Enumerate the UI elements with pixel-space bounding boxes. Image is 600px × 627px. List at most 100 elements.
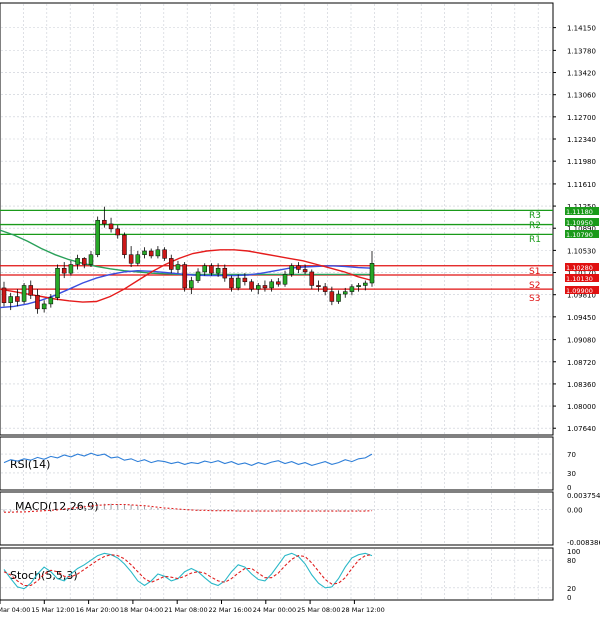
- time-tick-label-5: 22 Mar 16:00: [209, 606, 252, 614]
- price-tick-label-16: 1.08360: [567, 381, 596, 389]
- time-tick-label-7: 25 Mar 08:00: [297, 606, 340, 614]
- macd-label: MACD(12,26,9): [15, 500, 99, 513]
- chart-canvas: 1.14150 1.13780 1.13420 1.13060 1.12700 1.123…: [0, 2, 600, 614]
- time-tick-label-3: 18 Mar 04:00: [120, 606, 163, 614]
- price-tick-label-10: 1.10530: [567, 247, 596, 255]
- candle-body-21: [142, 250, 147, 255]
- level-price-label-r3: 1.11180: [566, 208, 593, 216]
- price-tick-label-18: 1.07640: [567, 425, 596, 433]
- macd-tick-2: -0.008386: [567, 539, 600, 547]
- price-tick-label-15: 1.08720: [567, 359, 596, 367]
- candle-body-44: [296, 265, 301, 270]
- candle-body-28: [189, 280, 194, 289]
- candle-body-40: [269, 281, 274, 289]
- candle-body-3: [21, 285, 27, 302]
- chart-window: 1.14150 1.13780 1.13420 1.13060 1.12700 1.123…: [0, 0, 600, 623]
- candle-body-33: [222, 267, 228, 279]
- level-name-r3: R3: [529, 211, 541, 221]
- price-tick-label-0: 1.14150: [567, 25, 596, 33]
- candle-body-41: [276, 281, 281, 285]
- level-price-label-r1: 1.10790: [566, 231, 593, 239]
- candle-body-32: [215, 267, 221, 274]
- candle-body-5: [35, 295, 40, 310]
- price-tick-label-5: 1.12340: [567, 136, 596, 144]
- candle-body-22: [148, 250, 154, 257]
- candle-body-51: [342, 291, 348, 295]
- candle-body-31: [209, 265, 214, 274]
- candle-body-52: [349, 286, 355, 292]
- candle-body-34: [229, 277, 234, 289]
- candle-body-55: [369, 263, 375, 284]
- candle-body-12: [82, 258, 87, 265]
- candle-body-39: [262, 285, 268, 289]
- candle-body-43: [289, 265, 294, 275]
- rsi-tick-1: 30: [567, 470, 576, 478]
- pane-frame-rsi: [0, 436, 554, 491]
- stoch-tick-3: 0: [567, 594, 571, 602]
- candle-body-9: [61, 267, 67, 274]
- stoch-tick-2: 20: [567, 585, 576, 593]
- time-tick-label-8: 28 Mar 12:00: [341, 606, 384, 614]
- stoch-tick-0: 100: [567, 548, 580, 556]
- price-tick-label-14: 1.09080: [567, 337, 596, 345]
- candle-body-11: [75, 258, 80, 265]
- price-tick-label-17: 1.08000: [567, 403, 596, 411]
- pane-frame-main: [0, 2, 554, 436]
- stoch-label: Stoch(5,5,3): [10, 569, 78, 582]
- candle-body-17: [115, 228, 121, 236]
- candle-body-15: [102, 219, 107, 225]
- candle-body-29: [195, 271, 201, 281]
- level-name-r2: R2: [529, 221, 541, 231]
- price-tick-label-6: 1.11980: [567, 158, 596, 166]
- candle-body-54: [363, 282, 368, 286]
- candle-body-36: [242, 277, 248, 283]
- time-tick-label-2: 16 Mar 20:00: [76, 606, 119, 614]
- candle-body-49: [329, 291, 335, 302]
- candle-body-18: [122, 234, 127, 255]
- candle-body-26: [175, 264, 181, 270]
- candle-body-23: [155, 249, 161, 257]
- macd-tick-0: 0.003754: [567, 492, 600, 500]
- candle-body-42: [282, 274, 288, 285]
- candle-body-47: [316, 285, 321, 287]
- level-name-s3: S3: [529, 294, 540, 304]
- candle-body-35: [235, 277, 241, 289]
- price-tick-label-4: 1.12700: [567, 114, 596, 122]
- level-price-label-r2: 1.10950: [566, 219, 593, 227]
- candle-body-19: [128, 254, 134, 264]
- rsi-tick-0: 70: [567, 451, 576, 459]
- candle-body-38: [255, 285, 261, 290]
- candle-body-37: [249, 281, 254, 290]
- time-axis: 13 Mar 04:0015 Mar 12:0016 Mar 20:0018 M…: [0, 600, 385, 614]
- time-tick-label-0: 13 Mar 04:00: [0, 606, 30, 614]
- time-tick-label-1: 15 Mar 12:00: [31, 606, 74, 614]
- level-price-label-s1: 1.10280: [566, 264, 593, 272]
- candle-body-20: [135, 254, 141, 264]
- candle-body-30: [202, 265, 207, 273]
- candle-body-27: [182, 264, 187, 289]
- candle-body-4: [28, 285, 34, 296]
- level-name-r1: R1: [529, 235, 541, 245]
- candle-body-6: [41, 303, 47, 310]
- rsi-tick-2: 0: [567, 484, 571, 492]
- pane-frame-stoch: [0, 547, 554, 601]
- price-tick-label-1: 1.13780: [567, 47, 596, 55]
- candle-body-53: [356, 285, 361, 287]
- time-tick-label-4: 21 Mar 08:00: [164, 606, 207, 614]
- candle-body-46: [309, 271, 315, 286]
- candle-body-8: [55, 267, 60, 299]
- macd-tick-1: 0.00: [567, 507, 583, 515]
- candle-body-45: [302, 269, 308, 273]
- candle-body-50: [336, 293, 341, 302]
- candle-body-25: [169, 258, 174, 270]
- candle-body-14: [95, 219, 100, 255]
- candle-body-24: [162, 249, 167, 259]
- candle-body-0: [1, 287, 7, 303]
- time-tick-label-6: 24 Mar 00:00: [253, 606, 296, 614]
- price-tick-label-13: 1.09450: [567, 314, 596, 322]
- stoch-tick-1: 80: [567, 557, 576, 565]
- price-tick-label-3: 1.13060: [567, 92, 596, 100]
- price-tick-label-2: 1.13420: [567, 70, 596, 78]
- level-price-label-s3: 1.09900: [566, 287, 593, 295]
- price-tick-label-7: 1.11610: [567, 181, 596, 189]
